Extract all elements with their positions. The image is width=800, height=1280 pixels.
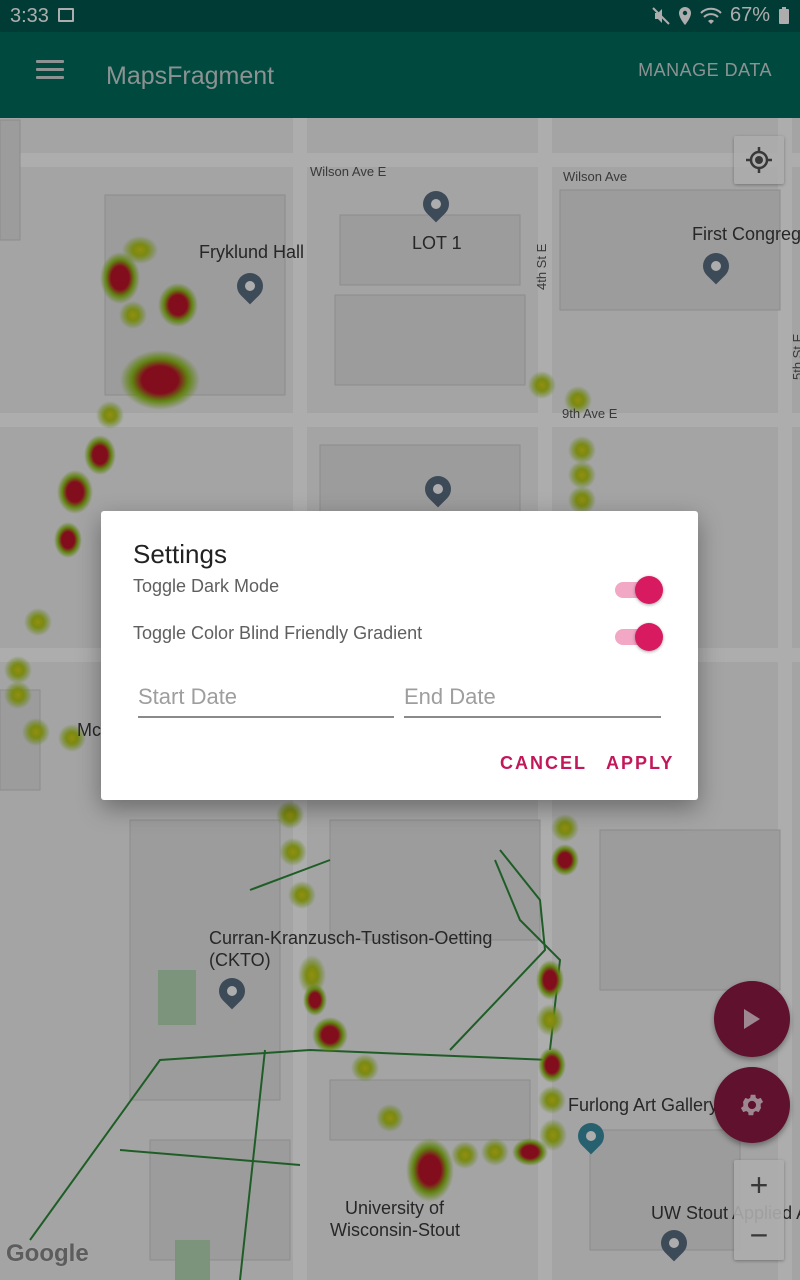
dialog-title: Settings xyxy=(133,539,227,569)
cancel-button[interactable]: CANCEL xyxy=(500,753,587,774)
dark-mode-switch[interactable] xyxy=(615,575,663,605)
apply-button[interactable]: APPLY xyxy=(606,753,674,774)
colorblind-switch[interactable] xyxy=(615,622,663,652)
end-date-field[interactable] xyxy=(404,678,661,718)
dark-mode-label: Toggle Dark Mode xyxy=(133,576,280,596)
colorblind-label: Toggle Color Blind Friendly Gradient xyxy=(133,623,423,643)
settings-dialog: Settings Toggle Dark Mode Toggle Color B… xyxy=(101,511,698,800)
start-date-field[interactable] xyxy=(138,678,394,718)
